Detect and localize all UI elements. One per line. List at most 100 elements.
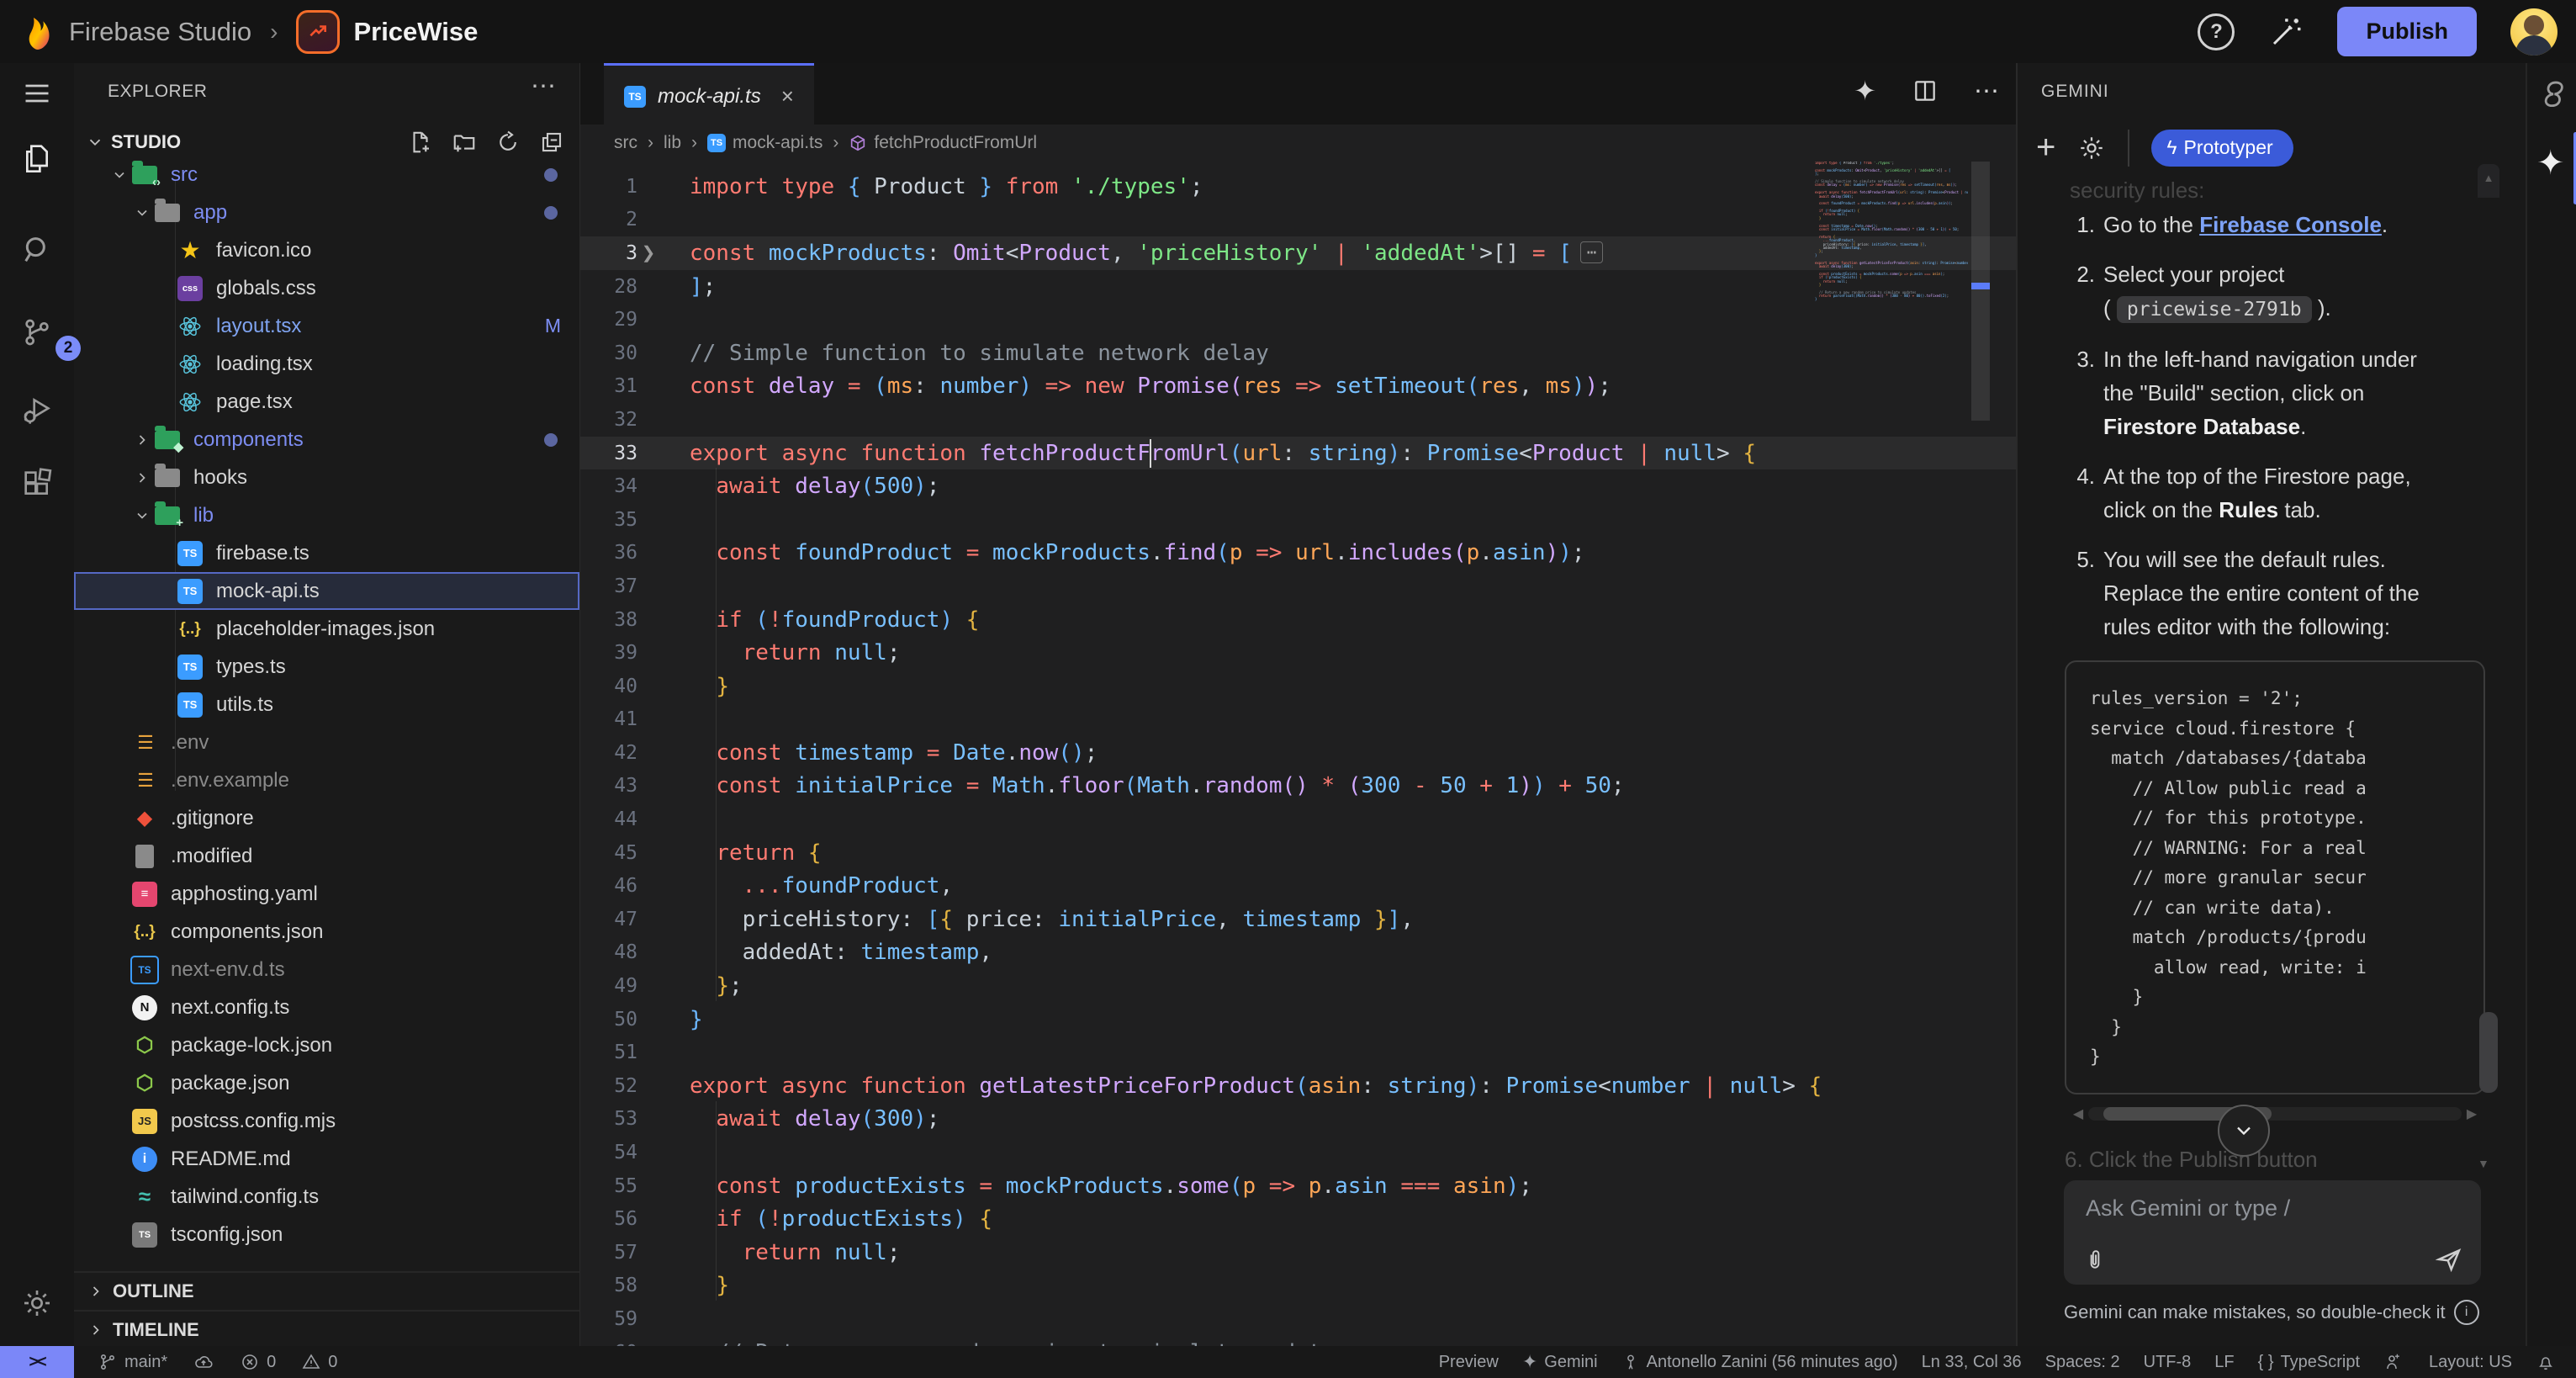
status-preview[interactable]: Preview	[1431, 1346, 1507, 1378]
scroll-left-icon[interactable]: ◀	[2068, 1105, 2088, 1122]
tree-item-mock-api.ts[interactable]: TSmock-api.ts	[74, 572, 579, 610]
new-chat-icon[interactable]: +	[2036, 129, 2055, 167]
settings-gear-icon[interactable]	[19, 1285, 56, 1322]
status-antonello-zanini-56-minutes-ag[interactable]: Antonello Zanini (56 minutes ago)	[1613, 1346, 1907, 1378]
tree-item-page.tsx[interactable]: page.tsx	[74, 383, 579, 421]
tree-item-README.md[interactable]: iREADME.md	[74, 1140, 579, 1178]
star-icon: ★	[176, 238, 204, 263]
panel-scroll-down[interactable]: ▼	[2478, 1157, 2489, 1170]
prototyper-pill[interactable]: ϟ Prototyper	[2151, 130, 2293, 167]
tree-item-app[interactable]: app	[74, 193, 579, 231]
breadcrumb-item-src[interactable]: src	[614, 133, 637, 153]
tree-item-components[interactable]: ◆components	[74, 421, 579, 458]
status-main-[interactable]: main*	[89, 1346, 176, 1378]
new-file-icon[interactable]	[408, 130, 433, 155]
tree-item-firebase.ts[interactable]: TSfirebase.ts	[74, 534, 579, 572]
tree-item-globals.css[interactable]: cssglobals.css	[74, 269, 579, 307]
status-0[interactable]: 0	[231, 1346, 284, 1378]
files-icon[interactable]	[19, 139, 56, 176]
search-icon[interactable]	[19, 231, 56, 268]
tree-item-next-env.d.ts[interactable]: TSnext-env.d.ts	[74, 951, 579, 988]
menu-icon[interactable]	[19, 75, 56, 112]
tree-item-postcss.config.mjs[interactable]: JSpostcss.config.mjs	[74, 1102, 579, 1140]
tree-item-placeholder-images.json[interactable]: {..}placeholder-images.json	[74, 610, 579, 648]
status-bell-icon[interactable]	[2527, 1346, 2564, 1378]
breadcrumb-item-lib[interactable]: lib	[664, 133, 681, 153]
tree-item-package-lock.json[interactable]: ⬡package-lock.json	[74, 1026, 579, 1064]
status-typescript[interactable]: { }TypeScript	[2250, 1346, 2368, 1378]
send-icon[interactable]	[2436, 1246, 2462, 1273]
tree-item-package.json[interactable]: ⬡package.json	[74, 1064, 579, 1102]
tree-item-hooks[interactable]: hooks	[74, 458, 579, 496]
breadcrumb[interactable]: src›lib›TSmock-api.ts›fetchProductFromUr…	[580, 125, 2016, 162]
code-line-34: 34 await delay(500);	[580, 469, 2016, 503]
breadcrumb-item-fetchProductFromUrl[interactable]: fetchProductFromUrl	[849, 133, 1037, 153]
close-icon[interactable]: ×	[781, 83, 794, 109]
rules-code-block[interactable]: rules_version = '2';service cloud.firest…	[2065, 660, 2485, 1094]
tree-item-tsconfig.json[interactable]: TStsconfig.json	[74, 1216, 579, 1253]
remote-indicator[interactable]: ><	[0, 1346, 74, 1378]
status-person-check-icon[interactable]	[2375, 1346, 2414, 1378]
collapse-all-icon[interactable]	[539, 130, 564, 155]
more-actions-icon[interactable]: ⋯	[1974, 77, 1999, 106]
refresh-icon[interactable]	[495, 130, 521, 155]
status-spaces-2[interactable]: Spaces: 2	[2037, 1346, 2129, 1378]
sparkle-icon[interactable]: ✦	[1854, 75, 1876, 107]
tree-item-.gitignore[interactable]: ◆.gitignore	[74, 799, 579, 837]
breadcrumb-item-mock-api.ts[interactable]: TSmock-api.ts	[707, 133, 823, 153]
source-control-icon[interactable]: 2	[19, 314, 56, 351]
scroll-to-bottom-button[interactable]	[2218, 1105, 2270, 1157]
code-line-47: 47 priceHistory: [{ price: initialPrice,…	[580, 903, 2016, 936]
tree-item-favicon.ico[interactable]: ★favicon.ico	[74, 231, 579, 269]
publish-button[interactable]: Publish	[2337, 7, 2477, 56]
avatar[interactable]	[2510, 8, 2557, 56]
status-cloud-upload-icon[interactable]	[184, 1346, 223, 1378]
minimap[interactable]: import type { Product } from './types';c…	[1815, 162, 1968, 305]
code-line-33: 33export async function fetchProductFrom…	[580, 437, 2016, 470]
chevron-right-icon: ›	[270, 19, 278, 45]
tree-item-components.json[interactable]: {..}components.json	[74, 913, 579, 951]
tree-item-label: utils.ts	[216, 693, 273, 717]
node-icon: ⬡	[130, 1033, 159, 1058]
editor-scrollbar[interactable]	[1971, 162, 1990, 421]
tree-item-loading.tsx[interactable]: loading.tsx	[74, 345, 579, 383]
panel-scrollbar-thumb[interactable]	[2479, 1012, 2498, 1093]
tree-item-types.ts[interactable]: TStypes.ts	[74, 648, 579, 686]
studio-swirl-icon[interactable]	[2537, 80, 2569, 119]
gemini-input[interactable]: Ask Gemini or type /	[2064, 1180, 2481, 1285]
timeline-section[interactable]: TIMELINE	[74, 1312, 579, 1346]
tree-item-layout.tsx[interactable]: layout.tsxM	[74, 307, 579, 345]
status-layout-us[interactable]: Layout: US	[2420, 1346, 2520, 1378]
scroll-right-icon[interactable]: ▶	[2462, 1105, 2482, 1122]
status-utf-8[interactable]: UTF-8	[2135, 1346, 2200, 1378]
panel-scroll-up[interactable]: ▲	[2478, 164, 2499, 198]
gear-icon[interactable]	[2077, 134, 2106, 162]
debug-icon[interactable]	[19, 391, 56, 428]
split-editor-icon[interactable]	[1912, 77, 1939, 104]
code-horizontal-scrollbar[interactable]: ◀ ▶	[2068, 1105, 2482, 1123]
extensions-icon[interactable]	[19, 465, 56, 502]
gemini-sparkle-icon[interactable]: ✦	[2536, 144, 2565, 183]
tree-item-next.config.ts[interactable]: Nnext.config.ts	[74, 988, 579, 1026]
ellipsis-icon[interactable]: ⋯	[531, 72, 556, 101]
attach-icon[interactable]	[2084, 1248, 2106, 1273]
tree-item-.env.example[interactable]: ☰.env.example	[74, 761, 579, 799]
status-lf[interactable]: LF	[2206, 1346, 2242, 1378]
new-folder-icon[interactable]	[452, 130, 477, 155]
status-gemini[interactable]: ✦Gemini	[1514, 1346, 1606, 1378]
status-ln-33-col-36[interactable]: Ln 33, Col 36	[1913, 1346, 2030, 1378]
tree-item-lib[interactable]: +lib	[74, 496, 579, 534]
tree-item-utils.ts[interactable]: TSutils.ts	[74, 686, 579, 723]
tree-item-.env[interactable]: ☰.env	[74, 723, 579, 761]
help-icon[interactable]: ?	[2198, 13, 2235, 50]
tree-item-apphosting.yaml[interactable]: ≡apphosting.yaml	[74, 875, 579, 913]
magic-wand-icon[interactable]	[2268, 14, 2304, 50]
tab-mock-api[interactable]: TS mock-api.ts ×	[604, 63, 814, 127]
firebase-console-link[interactable]: Firebase Console	[2199, 212, 2382, 237]
code-editor[interactable]: 1import type { Product } from './types';…	[580, 162, 2016, 1346]
status-0[interactable]: 0	[293, 1346, 346, 1378]
outline-section[interactable]: OUTLINE	[74, 1273, 579, 1312]
tree-item-src[interactable]: ‹›src	[74, 156, 579, 193]
tree-item-tailwind.config.ts[interactable]: ≈tailwind.config.ts	[74, 1178, 579, 1216]
tree-item-.modified[interactable]: .modified	[74, 837, 579, 875]
